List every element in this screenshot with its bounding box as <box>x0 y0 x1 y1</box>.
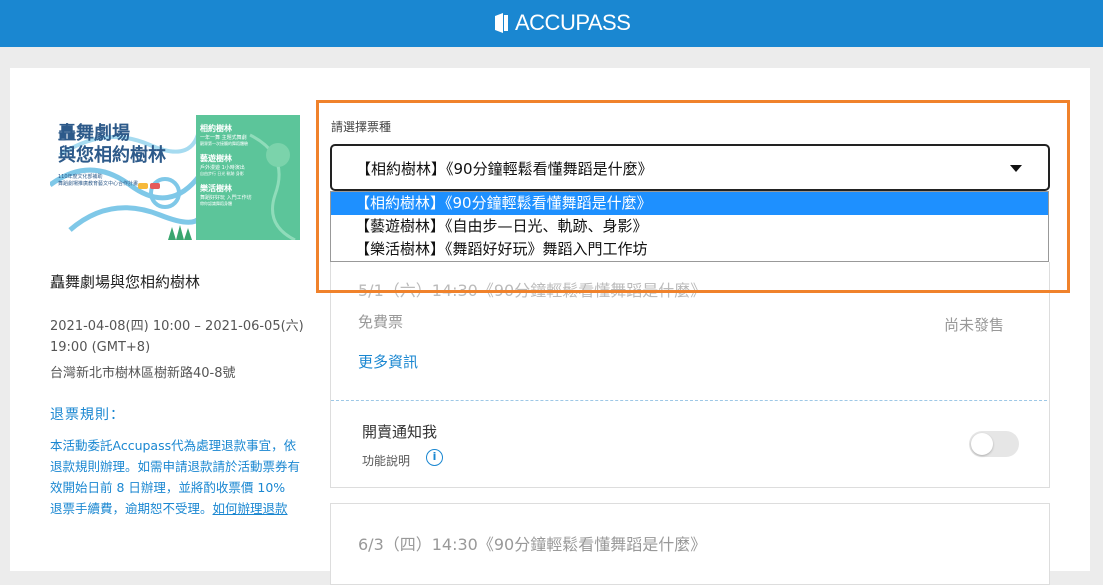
banner-item-note: 自由步行 日光 軌跡 身影 <box>200 171 244 176</box>
banner-item-name: 樂活樹林 <box>200 184 232 193</box>
banner-item-desc: 戶外漫遊 1小時演出 <box>200 165 245 171</box>
notify-label: 開賣通知我 <box>362 423 438 441</box>
info-icon[interactable]: i <box>426 449 443 466</box>
banner-title-line1: 矗舞劇場 <box>58 123 130 144</box>
ticket-type-select[interactable]: 【相約樹林】《90分鐘輕鬆看懂舞蹈是什麼》 <box>330 144 1050 191</box>
banner-item-name: 藝遊樹林 <box>200 154 232 163</box>
ticket-option[interactable]: 【樂活樹林】《舞蹈好好玩》舞蹈入門工作坊 <box>331 238 1048 261</box>
banner-subtitle-1: 110年度文化部補助 <box>58 174 103 180</box>
banner-subtitle-2: 舞蹈劇場推廣教育藝文中心合作計畫 <box>58 181 139 187</box>
refund-how-to-link[interactable]: 如何辦理退款 <box>213 501 288 516</box>
brand-logo[interactable]: ACCUPASS <box>493 10 631 36</box>
banner-item-desc: 一年一舞 主題式舞劇 <box>200 135 247 141</box>
banner-title-line2: 與您相約樹林 <box>58 145 166 166</box>
top-bar: ACCUPASS <box>0 0 1103 47</box>
ticket-session-title-2: 6/3（四）14:30《90分鐘輕鬆看懂舞蹈是什麼》 <box>358 535 707 554</box>
ticket-type-selected-value: 【相約樹林】《90分鐘輕鬆看懂舞蹈是什麼》 <box>356 160 653 178</box>
toggle-knob <box>971 433 993 455</box>
event-location: 台灣新北市樹林區樹新路40-8號 <box>50 366 236 381</box>
brand-name: ACCUPASS <box>515 10 631 35</box>
caret-down-icon <box>1010 165 1022 172</box>
event-banner-image: 矗舞劇場 與您相約樹林 110年度文化部補助 舞蹈劇場推廣教育藝文中心合作計畫 … <box>50 115 300 240</box>
refund-policy-text: 本活動委託Accupass代為處理退款事宜，依退款規則辦理。如需申請退款請於活動… <box>50 435 300 519</box>
banner-item-name: 相約樹林 <box>200 124 232 133</box>
event-title: 矗舞劇場與您相約樹林 <box>50 273 201 291</box>
ticket-type-label: 請選擇票種 <box>331 120 392 134</box>
banner-item-note: 觀眾第一次接觸的舞蹈體驗 <box>200 141 248 146</box>
banner-item-note: 帶你認識舞蹈身體 <box>200 201 232 206</box>
feature-help-label: 功能說明 <box>362 454 411 468</box>
notify-toggle[interactable] <box>969 431 1019 457</box>
more-info-link[interactable]: 更多資訊 <box>358 351 418 372</box>
ticket-type-dropdown: 【相約樹林】《90分鐘輕鬆看懂舞蹈是什麼》 【藝遊樹林】《自由步—日光、軌跡、身… <box>330 191 1049 262</box>
ticket-option[interactable]: 【藝遊樹林】《自由步—日光、軌跡、身影》 <box>331 215 1048 238</box>
banner-item-desc: 舞蹈好好玩 入門工作坊 <box>200 195 252 201</box>
event-date: 2021-04-08(四) 10:00 – 2021-06-05(六) 19:0… <box>50 319 304 355</box>
accupass-logo-icon <box>495 13 508 33</box>
ticket-option[interactable]: 【相約樹林】《90分鐘輕鬆看懂舞蹈是什麼》 <box>331 192 1048 215</box>
ticket-type-name: 免費票 <box>358 313 404 331</box>
refund-policy-title: 退票規則： <box>50 407 125 423</box>
divider <box>331 400 1047 401</box>
ticket-status: 尚未發售 <box>944 316 1005 334</box>
